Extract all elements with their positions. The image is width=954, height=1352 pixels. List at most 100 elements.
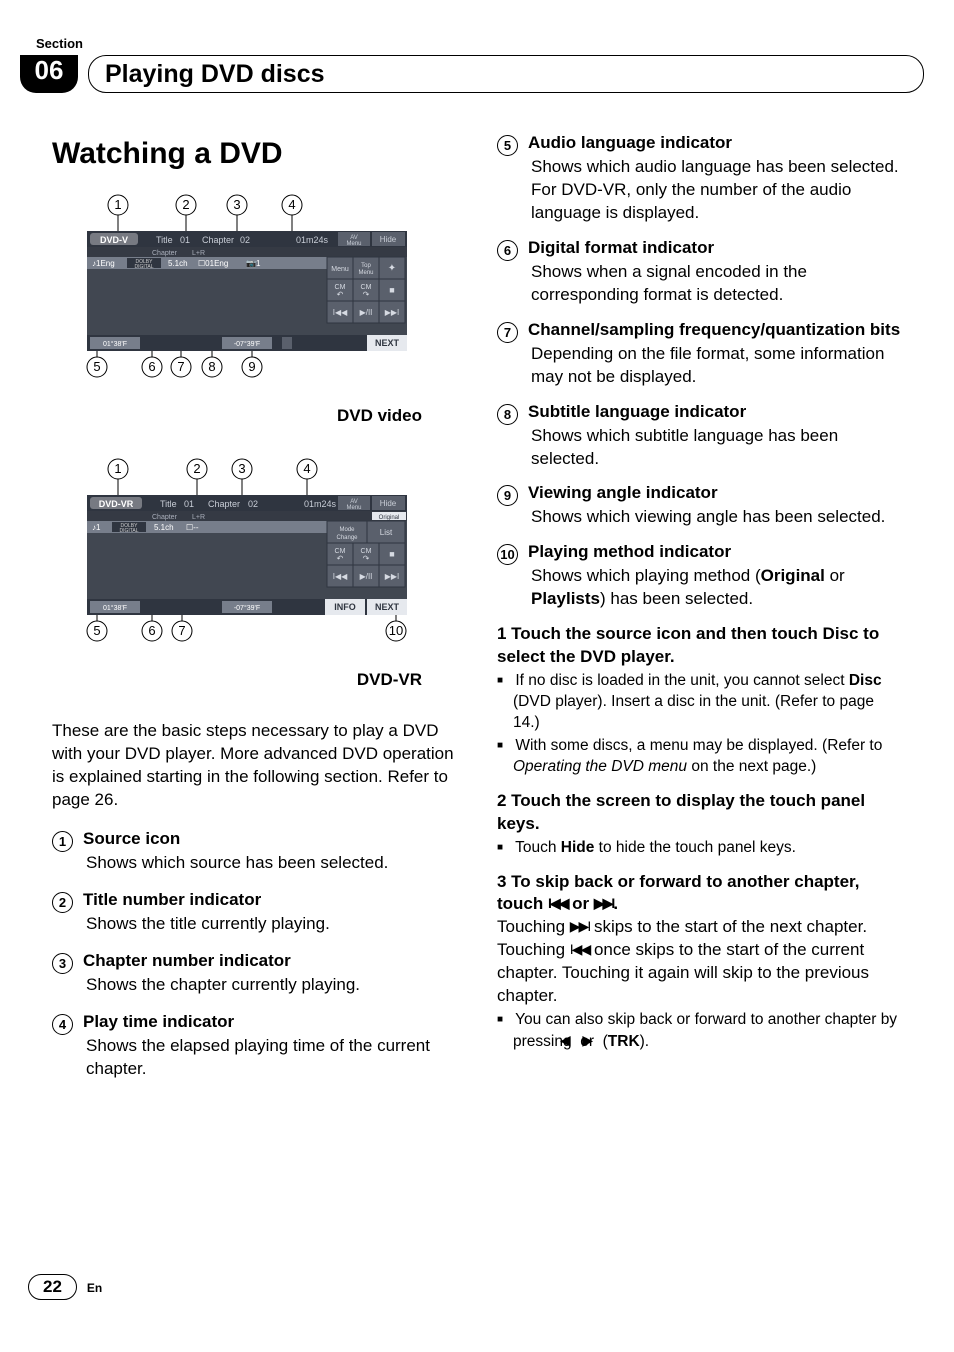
caption-dvd-video: DVD video xyxy=(52,405,422,428)
callout-1: 1 xyxy=(108,195,128,233)
intro-paragraph: These are the basic steps necessary to p… xyxy=(52,720,457,812)
svg-text:DIGITAL: DIGITAL xyxy=(134,264,153,270)
article-heading: Watching a DVD xyxy=(52,134,457,175)
dvd-video-screenshot: 1 2 3 4 5 6 7 8 9 xyxy=(82,191,412,381)
svg-text:Chapter: Chapter xyxy=(152,514,178,521)
svg-text:Hide: Hide xyxy=(380,235,397,244)
svg-text:List: List xyxy=(380,528,393,537)
svg-text:DIGITAL: DIGITAL xyxy=(119,528,138,534)
section-title: Playing DVD discs xyxy=(105,60,325,89)
fig-dvd-video: 1 2 3 4 5 6 7 8 9 xyxy=(82,191,412,381)
left-column: Watching a DVD 1 2 3 4 5 6 7 8 9 xyxy=(52,130,457,1232)
svg-text:7: 7 xyxy=(178,623,185,638)
svg-text:■: ■ xyxy=(389,285,394,295)
callout-3: 3 xyxy=(227,195,247,233)
svg-text:1: 1 xyxy=(114,197,121,212)
section-label: Section xyxy=(36,36,83,51)
svg-text:NEXT: NEXT xyxy=(375,602,400,612)
svg-text:☐01Eng: ☐01Eng xyxy=(198,259,228,268)
circled-4-icon: 4 xyxy=(52,1014,73,1035)
svg-text:Change: Change xyxy=(336,535,358,541)
circled-7-icon: 7 xyxy=(497,322,518,343)
item-source-icon: 1Source icon Shows which source has been… xyxy=(52,828,457,875)
svg-text:Menu: Menu xyxy=(358,270,373,276)
svg-text:L+R: L+R xyxy=(192,250,205,257)
circled-6-icon: 6 xyxy=(497,240,518,261)
fig-dvd-vr: 1 2 3 4 5 6 7 10 DVD-VR Title xyxy=(82,455,412,645)
svg-text:Mode: Mode xyxy=(339,527,355,533)
item-viewing-angle: 9Viewing angle indicator Shows which vie… xyxy=(497,482,902,529)
manual-page: Section 06 Playing DVD discs Watching a … xyxy=(0,0,954,1352)
svg-text:02: 02 xyxy=(248,499,258,509)
svg-text:01: 01 xyxy=(184,499,194,509)
right-column: 5Audio language indicator Shows which au… xyxy=(497,130,902,1232)
svg-text:♪1Eng: ♪1Eng xyxy=(92,259,115,268)
svg-text:L+R: L+R xyxy=(192,514,205,521)
svg-text:Menu: Menu xyxy=(346,241,361,247)
caption-dvd-vr: DVD-VR xyxy=(52,669,422,692)
svg-text:▶/II: ▶/II xyxy=(360,308,373,317)
svg-text:4: 4 xyxy=(303,461,310,476)
svg-text:Chapter: Chapter xyxy=(202,235,234,245)
svg-text:1: 1 xyxy=(114,461,121,476)
svg-text:DVD-V: DVD-V xyxy=(100,235,128,245)
circled-10-icon: 10 xyxy=(497,544,518,565)
svg-text:5: 5 xyxy=(93,623,100,638)
step1-bullet1: If no disc is loaded in the unit, you ca… xyxy=(497,671,902,734)
circled-2-icon: 2 xyxy=(52,892,73,913)
svg-text:5.1ch: 5.1ch xyxy=(168,259,188,268)
svg-text:02: 02 xyxy=(240,235,250,245)
svg-text:9: 9 xyxy=(248,359,255,374)
item-audio-language: 5Audio language indicator Shows which au… xyxy=(497,132,902,225)
svg-text:▶▶I: ▶▶I xyxy=(385,572,400,581)
svg-text:01°38'F: 01°38'F xyxy=(103,340,127,348)
svg-text:3: 3 xyxy=(238,461,245,476)
svg-text:▶▶I: ▶▶I xyxy=(385,308,400,317)
item-channel-sampling: 7Channel/sampling frequency/quantization… xyxy=(497,319,902,389)
item-title-number: 2Title number indicator Shows the title … xyxy=(52,889,457,936)
svg-text:8: 8 xyxy=(208,359,215,374)
svg-text:↶: ↶ xyxy=(337,554,344,563)
svg-text:INFO: INFO xyxy=(334,602,356,612)
svg-text:DVD-VR: DVD-VR xyxy=(99,499,134,509)
item-chapter-number: 3Chapter number indicator Shows the chap… xyxy=(52,950,457,997)
item-digital-format: 6Digital format indicator Shows when a s… xyxy=(497,237,902,307)
step-3: 3 To skip back or forward to another cha… xyxy=(497,871,902,1053)
page-header: 06 Playing DVD discs xyxy=(0,55,954,95)
svg-text:☐--: ☐-- xyxy=(186,523,199,532)
svg-text:Chapter: Chapter xyxy=(152,250,178,257)
circled-5-icon: 5 xyxy=(497,135,518,156)
step2-bullet1: Touch Hide to hide the touch panel keys. xyxy=(497,838,902,859)
dvd-vr-screenshot: 1 2 3 4 5 6 7 10 DVD-VR Title xyxy=(82,455,412,645)
skip-forward-icon: ▶▶I xyxy=(594,894,613,913)
page-footer: 22 En xyxy=(28,1274,102,1300)
section-title-pill: Playing DVD discs xyxy=(88,55,924,93)
circled-1-icon: 1 xyxy=(52,831,73,852)
item-play-time: 4Play time indicator Shows the elapsed p… xyxy=(52,1011,457,1081)
circled-8-icon: 8 xyxy=(497,404,518,425)
step3-body: Touching ▶▶I skips to the start of the n… xyxy=(497,916,902,1008)
svg-text:Menu: Menu xyxy=(331,266,349,273)
svg-text:3: 3 xyxy=(233,197,240,212)
svg-text:2: 2 xyxy=(193,461,200,476)
step3-bullet1: You can also skip back or forward to ano… xyxy=(497,1010,902,1053)
svg-text:■: ■ xyxy=(389,549,394,559)
svg-text:▶/II: ▶/II xyxy=(360,572,373,581)
svg-text:10: 10 xyxy=(389,623,403,638)
svg-text:Hide: Hide xyxy=(380,499,397,508)
svg-text:📷1: 📷1 xyxy=(246,259,261,268)
svg-text:I◀◀: I◀◀ xyxy=(333,308,348,317)
circled-3-icon: 3 xyxy=(52,953,73,974)
section-number-badge: 06 xyxy=(20,55,78,93)
svg-text:↷: ↷ xyxy=(363,290,370,299)
skip-forward-icon: ▶▶I xyxy=(570,917,589,936)
svg-text:5: 5 xyxy=(93,359,100,374)
callout-2: 2 xyxy=(176,195,196,233)
svg-text:↶: ↶ xyxy=(337,290,344,299)
svg-text:♪1: ♪1 xyxy=(92,523,101,532)
svg-text:-07°39'F: -07°39'F xyxy=(234,340,260,348)
svg-text:Title: Title xyxy=(160,499,177,509)
svg-text:4: 4 xyxy=(288,197,295,212)
svg-text:2: 2 xyxy=(182,197,189,212)
callout-4: 4 xyxy=(282,195,302,233)
